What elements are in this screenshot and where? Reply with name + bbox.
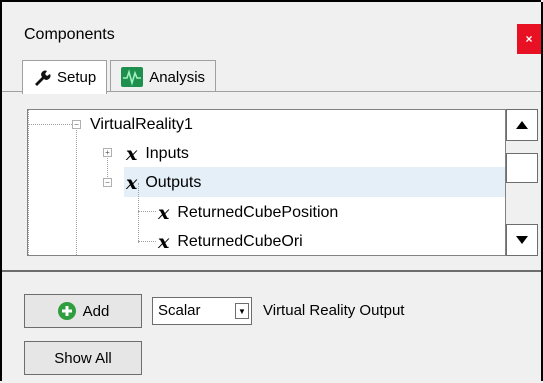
plus-circle-icon [57,301,77,321]
tree-guide-line [76,124,77,255]
tree-guide-line [138,241,156,242]
tree-item-label: ReturnedCubeOri [177,233,303,250]
add-button-label: Add [82,302,110,320]
type-select[interactable]: Scalar ▼ [152,297,252,325]
wrench-icon [33,70,51,86]
x-variable-icon: x [158,231,170,253]
show-all-button[interactable]: Show All [24,341,142,375]
component-tree[interactable]: − VirtualReality1 + x Inputs − x Outputs… [27,109,506,256]
tab-analysis-label: Analysis [149,68,206,86]
scroll-down-button[interactable] [506,224,538,256]
tree-item-root[interactable]: VirtualReality1 [90,111,193,139]
close-button[interactable]: × [517,24,541,54]
tab-analysis[interactable]: Analysis [110,60,217,93]
type-select-value: Scalar [158,302,201,319]
tree-item-outputs[interactable]: x Outputs [126,169,201,197]
tab-setup-label: Setup [57,69,97,86]
components-window: Components × Setup Analysis − VirtualRea… [0,0,543,381]
tree-item-label: Inputs [145,145,189,162]
tree-guide-line [28,110,29,255]
tree-scrollbar[interactable] [506,109,538,256]
output-description-label: Virtual Reality Output [263,302,405,319]
tree-item-returned-cube-position[interactable]: x ReturnedCubePosition [158,199,338,227]
chevron-down-icon[interactable]: ▼ [235,303,249,319]
window-title: Components [24,26,115,43]
tree-item-label: VirtualReality1 [90,116,193,133]
tree-item-inputs[interactable]: x Inputs [126,140,189,168]
x-variable-icon: x [126,172,138,194]
scroll-up-button[interactable] [506,109,538,141]
tab-bar: Setup Analysis [22,60,219,94]
show-all-label: Show All [54,349,112,367]
setup-panel: − VirtualReality1 + x Inputs − x Outputs… [2,91,541,272]
x-variable-icon: x [126,143,138,165]
tree-guide-line [138,211,156,212]
tree-item-returned-cube-ori[interactable]: x ReturnedCubeOri [158,228,303,255]
arrow-down-icon [516,236,528,244]
scroll-thumb[interactable] [506,153,538,183]
collapse-toggle[interactable]: − [103,178,112,187]
arrow-up-icon [516,121,528,129]
tab-setup[interactable]: Setup [22,60,108,94]
x-variable-icon: x [158,202,170,224]
collapse-toggle[interactable]: − [72,120,81,129]
tree-item-label: Outputs [145,174,202,191]
tree-guide-line [28,124,72,125]
add-button[interactable]: Add [24,294,142,328]
tree-item-label: ReturnedCubePosition [177,204,339,221]
expand-toggle[interactable]: + [103,148,112,157]
waveform-icon [121,67,144,87]
